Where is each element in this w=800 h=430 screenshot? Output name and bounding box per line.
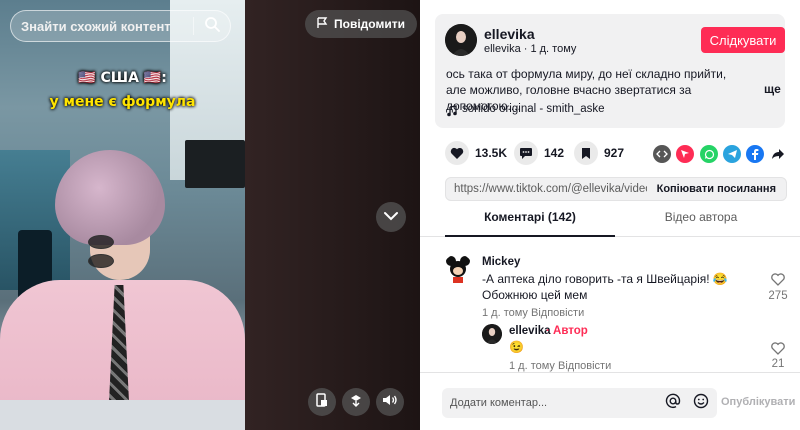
- save-stat[interactable]: 927: [574, 141, 625, 165]
- reply-like-count: 21: [771, 358, 785, 370]
- whatsapp-icon[interactable]: [700, 145, 718, 163]
- search-icon[interactable]: [204, 16, 220, 37]
- video-scene-table: [0, 400, 245, 430]
- video-scene-tv: [185, 140, 245, 188]
- bookmark-icon[interactable]: [574, 141, 598, 165]
- comment-text: -А аптека діло говорить -та я Швейцарія!…: [482, 272, 728, 302]
- tab-author-videos[interactable]: Відео автора: [615, 210, 787, 236]
- send-to-friends-icon[interactable]: [676, 145, 694, 163]
- tab-active-indicator: [445, 235, 615, 237]
- music-note-icon: [447, 104, 457, 122]
- publish-button[interactable]: Опублікувати: [721, 396, 795, 408]
- comment-like-count: 275: [768, 290, 788, 302]
- more-link[interactable]: ще: [764, 82, 781, 96]
- emoji-icon[interactable]: [693, 393, 709, 414]
- embed-icon[interactable]: [653, 145, 671, 163]
- reply-author[interactable]: ellevika: [509, 325, 551, 337]
- mention-icon[interactable]: [665, 393, 681, 414]
- like-stat[interactable]: 13.5K: [445, 141, 508, 165]
- auto-scroll-icon: [349, 393, 363, 412]
- save-count: 927: [604, 146, 625, 160]
- reply-reply-button[interactable]: Відповісти: [558, 360, 611, 372]
- follow-button[interactable]: Слідкувати: [701, 27, 785, 53]
- copy-link-button[interactable]: Копіювати посилання: [647, 183, 786, 195]
- auto-scroll-button[interactable]: [342, 388, 370, 416]
- comment-like-icon[interactable]: [771, 273, 785, 291]
- video-player[interactable]: 🇺🇸 США 🇺🇸: у мене є формула Знайти схожи…: [0, 0, 420, 430]
- search-bar[interactable]: Знайти схожий контент: [10, 10, 231, 42]
- comment-reply-button[interactable]: Відповісти: [531, 307, 584, 319]
- comment-input-box[interactable]: [442, 388, 717, 418]
- sound-name[interactable]: sonido original - smith_aske: [462, 103, 605, 115]
- comment-time: 1 д. тому: [482, 307, 528, 319]
- video-caption-line2: у мене є формула: [49, 94, 196, 110]
- like-count: 13.5K: [475, 146, 508, 160]
- comment-stat[interactable]: 142: [514, 141, 565, 165]
- heart-icon[interactable]: [445, 141, 469, 165]
- search-placeholder[interactable]: Знайти схожий контент: [21, 19, 193, 34]
- facebook-icon[interactable]: [746, 145, 764, 163]
- reply-time: 1 д. тому: [509, 360, 555, 372]
- report-label: Повідомити: [334, 17, 405, 31]
- reply-avatar[interactable]: [482, 324, 502, 344]
- comment-avatar[interactable]: [443, 254, 473, 284]
- comment-author[interactable]: Mickey: [482, 256, 520, 268]
- author-avatar[interactable]: [445, 24, 477, 56]
- share-url[interactable]: https://www.tiktok.com/@ellevika/video..…: [446, 183, 647, 195]
- search-divider: [193, 17, 194, 35]
- reply-text: 😉: [509, 340, 524, 354]
- mini-player-icon: [315, 392, 329, 412]
- author-username[interactable]: ellevika: [484, 26, 535, 42]
- video-frame[interactable]: 🇺🇸 США 🇺🇸: у мене є формула: [0, 0, 245, 430]
- comment-input[interactable]: [450, 397, 659, 409]
- author-subtitle: ellevika · 1 д. тому: [484, 43, 577, 55]
- comment-icon[interactable]: [514, 141, 538, 165]
- comment-count: 142: [544, 146, 565, 160]
- app-root: 🇺🇸 США 🇺🇸: у мене є формула Знайти схожи…: [0, 0, 800, 430]
- video-person-hair: [55, 150, 165, 245]
- share-link-box: https://www.tiktok.com/@ellevika/video..…: [445, 177, 787, 201]
- video-caption-line1: 🇺🇸 США 🇺🇸:: [78, 70, 167, 86]
- tab-comments[interactable]: Коментарі (142): [445, 210, 615, 236]
- video-person-glasses: [88, 235, 150, 268]
- volume-button[interactable]: [376, 388, 404, 416]
- telegram-icon[interactable]: [723, 145, 741, 163]
- flag-icon: [317, 16, 328, 32]
- report-button[interactable]: Повідомити: [305, 10, 417, 38]
- next-video-button[interactable]: [376, 202, 406, 232]
- share-more-icon[interactable]: [771, 147, 785, 165]
- mini-player-button[interactable]: [308, 388, 336, 416]
- chevron-down-icon: [384, 208, 398, 226]
- volume-icon: [382, 393, 398, 412]
- author-badge: · Автор: [546, 325, 588, 337]
